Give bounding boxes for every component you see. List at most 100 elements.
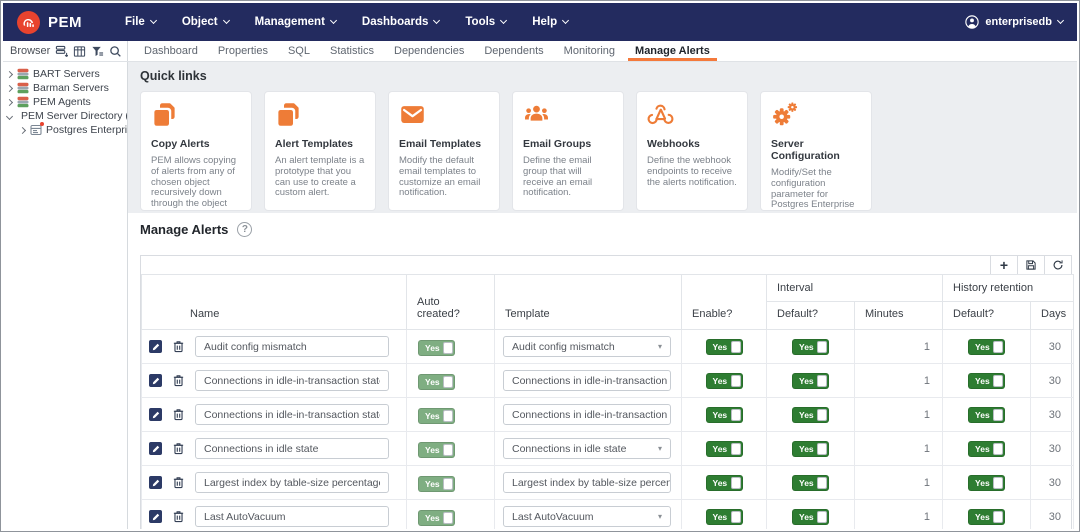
enable-toggle[interactable]: Yes (706, 407, 743, 423)
auto-created-toggle[interactable]: Yes (418, 408, 455, 424)
tree-item[interactable]: BART Servers (3, 67, 127, 81)
tree-caret-icon[interactable] (6, 112, 13, 119)
history-default-toggle[interactable]: Yes (968, 475, 1005, 491)
alert-badge (40, 122, 44, 126)
auto-created-toggle[interactable]: Yes (418, 510, 455, 526)
tab[interactable]: Manage Alerts (625, 41, 720, 61)
history-default-toggle[interactable]: Yes (968, 407, 1005, 423)
tree-item-postgres-server[interactable]: Postgres Enterprise Man (3, 123, 127, 137)
tab[interactable]: Statistics (320, 41, 384, 61)
alert-name-input[interactable] (195, 404, 389, 425)
minutes-value: 1 (855, 500, 943, 530)
auto-created-toggle[interactable]: Yes (418, 374, 455, 390)
menu-item[interactable]: Help (519, 3, 581, 41)
edit-row-checkbox[interactable] (149, 476, 162, 489)
tab[interactable]: Dependents (474, 41, 553, 61)
user-icon (965, 15, 979, 29)
card-webhooks[interactable]: Webhooks Define the webhook endpoints to… (636, 91, 748, 211)
pencil-icon (152, 445, 160, 453)
tab[interactable]: Properties (208, 41, 278, 61)
edit-row-checkbox[interactable] (149, 442, 162, 455)
tree-item[interactable]: PEM Server Directory (1) (3, 109, 127, 123)
col-header-minutes: Minutes (855, 302, 943, 330)
tree-caret-icon[interactable] (6, 98, 13, 105)
edit-row-checkbox[interactable] (149, 510, 162, 523)
days-value: 30 (1031, 432, 1074, 466)
history-default-toggle[interactable]: Yes (968, 509, 1005, 525)
grid-view-icon[interactable] (73, 45, 86, 58)
tab[interactable]: SQL (278, 41, 320, 61)
enable-toggle[interactable]: Yes (706, 373, 743, 389)
search-icon[interactable] (109, 45, 122, 58)
card-email-templates[interactable]: Email Templates Modify the default email… (388, 91, 500, 211)
edit-row-checkbox[interactable] (149, 340, 162, 353)
interval-default-toggle[interactable]: Yes (792, 339, 829, 355)
enable-toggle[interactable]: Yes (706, 475, 743, 491)
user-menu[interactable]: enterprisedb (965, 15, 1063, 29)
alert-name-input[interactable] (195, 472, 389, 493)
tree-caret-icon[interactable] (6, 84, 13, 91)
user-name: enterprisedb (985, 16, 1052, 28)
history-default-toggle[interactable]: Yes (968, 441, 1005, 457)
card-copy-alerts[interactable]: Copy Alerts PEM allows copying of alerts… (140, 91, 252, 211)
enable-toggle[interactable]: Yes (706, 509, 743, 525)
alert-name-input[interactable] (195, 370, 389, 391)
enable-toggle[interactable]: Yes (706, 441, 743, 457)
menu-item[interactable]: Tools (452, 3, 519, 41)
delete-row-button[interactable] (172, 374, 185, 387)
template-select[interactable]: Last AutoVacuum▾ (503, 506, 671, 527)
tree-caret-icon[interactable] (19, 126, 26, 133)
tree-item[interactable]: PEM Agents (3, 95, 127, 109)
menu-item[interactable]: Dashboards (349, 3, 452, 41)
tab[interactable]: Monitoring (554, 41, 625, 61)
interval-default-toggle[interactable]: Yes (792, 441, 829, 457)
delete-row-button[interactable] (172, 442, 185, 455)
menu-item[interactable]: File (112, 3, 169, 41)
auto-created-toggle[interactable]: Yes (418, 442, 455, 458)
template-select[interactable]: Connections in idle state▾ (503, 438, 671, 459)
delete-row-button[interactable] (172, 510, 185, 523)
interval-default-toggle[interactable]: Yes (792, 475, 829, 491)
template-select[interactable]: Largest index by table-size percentage▾ (503, 472, 671, 493)
auto-created-toggle[interactable]: Yes (418, 476, 455, 492)
add-row-button[interactable]: + (990, 256, 1017, 274)
history-default-toggle[interactable]: Yes (968, 373, 1005, 389)
template-select[interactable]: Connections in idle-in-transaction state… (503, 370, 671, 391)
save-button[interactable] (1017, 256, 1044, 274)
pencil-icon (152, 377, 160, 385)
enable-toggle[interactable]: Yes (706, 339, 743, 355)
help-icon[interactable]: ? (237, 222, 252, 237)
servers-icon[interactable] (55, 45, 68, 58)
delete-row-button[interactable] (172, 340, 185, 353)
interval-default-toggle[interactable]: Yes (792, 509, 829, 525)
minutes-value: 1 (855, 398, 943, 432)
alert-name-input[interactable] (195, 336, 389, 357)
history-default-toggle[interactable]: Yes (968, 339, 1005, 355)
tree-item[interactable]: Barman Servers (3, 81, 127, 95)
edit-row-checkbox[interactable] (149, 374, 162, 387)
interval-default-toggle[interactable]: Yes (792, 373, 829, 389)
edit-row-checkbox[interactable] (149, 408, 162, 421)
dropdown-caret-icon: ▾ (658, 512, 662, 521)
auto-created-toggle[interactable]: Yes (418, 340, 455, 356)
tab[interactable]: Dashboard (134, 41, 208, 61)
card-alert-templates[interactable]: Alert Templates An alert template is a p… (264, 91, 376, 211)
col-header-history-default: Default? (943, 302, 1031, 330)
card-server-configuration[interactable]: Server Configuration Modify/Set the conf… (760, 91, 872, 211)
menu-item[interactable]: Management (242, 3, 349, 41)
tree-caret-icon[interactable] (6, 70, 13, 77)
pencil-icon (152, 479, 160, 487)
delete-row-button[interactable] (172, 476, 185, 489)
delete-row-button[interactable] (172, 408, 185, 421)
chevron-down-icon (330, 17, 337, 24)
template-select[interactable]: Audit config mismatch▾ (503, 336, 671, 357)
tab[interactable]: Dependencies (384, 41, 474, 61)
refresh-button[interactable] (1044, 256, 1071, 274)
menu-item[interactable]: Object (169, 3, 242, 41)
template-select[interactable]: Connections in idle-in-transaction state… (503, 404, 671, 425)
card-email-groups[interactable]: Email Groups Define the email group that… (512, 91, 624, 211)
alert-name-input[interactable] (195, 506, 389, 527)
filter-icon[interactable] (91, 45, 104, 58)
interval-default-toggle[interactable]: Yes (792, 407, 829, 423)
alert-name-input[interactable] (195, 438, 389, 459)
